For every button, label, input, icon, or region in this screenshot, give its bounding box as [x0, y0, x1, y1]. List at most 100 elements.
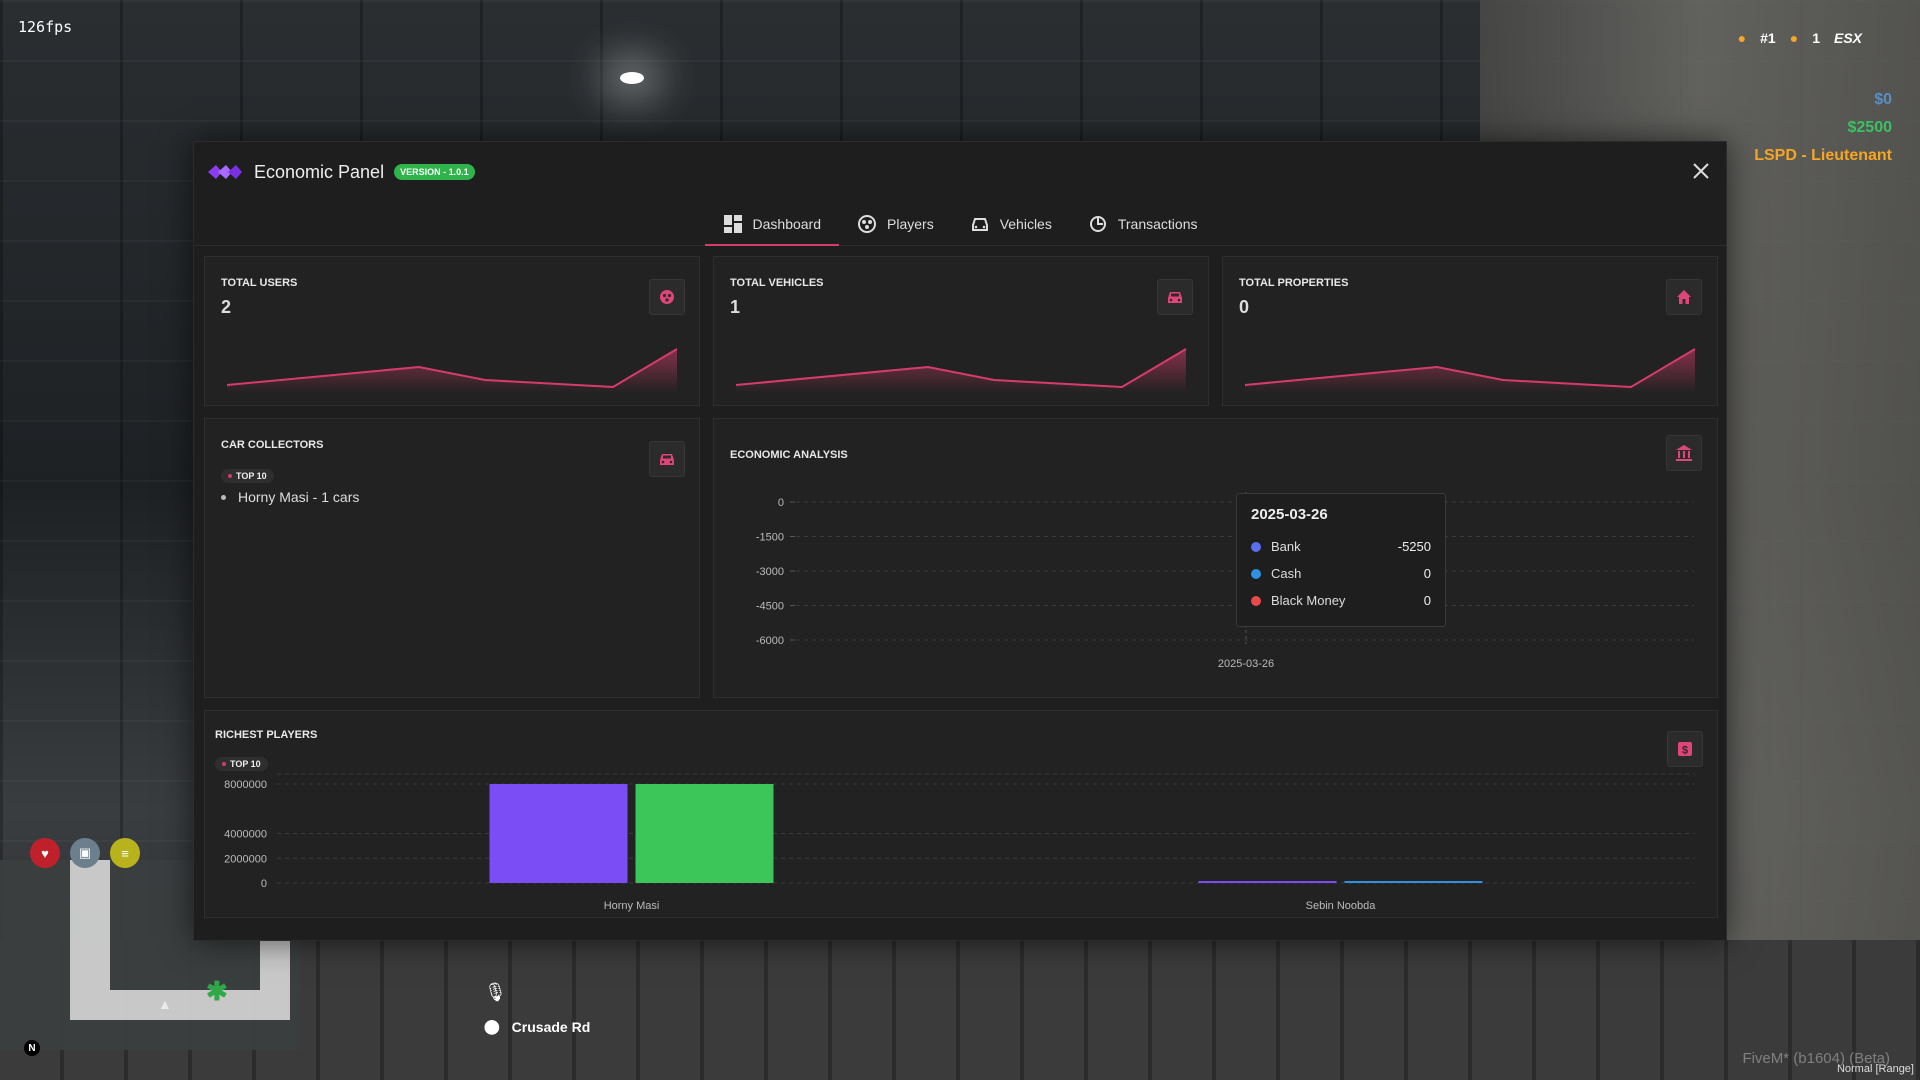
transactions-icon: [1089, 215, 1106, 232]
economic-analysis-chart: 0 -1500 -3000 -4500 -6000 2025-03-26: [756, 492, 1694, 670]
house-icon: [1666, 279, 1702, 315]
close-button[interactable]: [1690, 160, 1712, 182]
tab-label: Transactions: [1117, 215, 1198, 232]
tooltip-value: -5250: [1397, 539, 1431, 554]
richest-players-chart: 0 2000000 4000000 8000000 Horny Masi Sebin No…: [224, 773, 1695, 912]
voice-range: Normal [Range]: [1836, 1063, 1914, 1075]
tooltip-label: Cash: [1271, 566, 1302, 581]
panel-title: Economic Panel: [254, 161, 385, 182]
stat-value: 0: [1239, 297, 1250, 317]
sparkline-properties: [1244, 348, 1696, 393]
player-icon: ●: [1737, 30, 1747, 46]
hospital-blip-icon: ✱: [206, 976, 228, 1006]
x-tick-label: 2025-03-26: [1218, 658, 1274, 670]
tab-label: Players: [887, 215, 934, 232]
fps-counter: 126fps: [18, 18, 73, 36]
x-tick-label: Sebin Noobda: [1306, 900, 1377, 912]
tab-transactions[interactable]: Transactions: [1070, 202, 1216, 245]
microphone-icon: 🎙︎: [484, 982, 507, 1002]
car-collectors-title: CAR COLLECTORS: [221, 439, 324, 451]
players-icon: [858, 214, 877, 233]
close-icon: [1693, 163, 1709, 179]
tab-vehicles[interactable]: Vehicles: [952, 202, 1070, 245]
tab-dashboard[interactable]: Dashboard: [704, 202, 840, 246]
economic-panel: Economic Panel VERSION - 1.0.1 Dashboard…: [193, 141, 1727, 941]
users-icon: [649, 279, 685, 315]
bar: [1198, 881, 1337, 883]
bar: [635, 784, 774, 883]
badge-label: TOP 10: [236, 471, 267, 481]
y-tick-label: -4500: [756, 601, 784, 613]
car-icon: [1157, 279, 1193, 315]
y-tick-label: -3000: [756, 566, 784, 578]
tooltip-label: Bank: [1271, 539, 1301, 554]
y-tick-label: 8000000: [224, 779, 267, 791]
y-tick-label: -1500: [756, 532, 784, 544]
top10-badge: TOP 10: [221, 465, 274, 483]
car-collectors-list: Horny Masi - 1 cars: [221, 489, 359, 505]
tab-players[interactable]: Players: [839, 202, 952, 245]
stat-card-properties: TOTAL PROPERTIES 0: [1222, 256, 1718, 406]
rank-text: #1: [1760, 30, 1776, 46]
stat-card-users: TOTAL USERS 2: [204, 256, 700, 406]
richest-players-card: RICHEST PLAYERS TOP 10 $ 0 2000000 4000000…: [204, 710, 1718, 918]
tooltip-label: Black Money: [1271, 593, 1346, 608]
tooltip-value: 0: [1423, 593, 1431, 608]
legend-dot: [1251, 595, 1261, 606]
tooltip-row-bank: Bank -5250: [1251, 533, 1431, 560]
online-icon: ●: [1789, 30, 1799, 46]
stat-card-vehicles: TOTAL VEHICLES 1: [713, 256, 1209, 406]
stat-title: TOTAL USERS: [221, 277, 298, 289]
y-tick-label: 0: [778, 497, 784, 509]
x-tick-label: Horny Masi: [604, 900, 660, 912]
tab-label: Dashboard: [752, 215, 822, 232]
hud-job: LSPD - Lieutenant: [1754, 147, 1892, 164]
tooltip-row-black-money: Black Money 0: [1251, 587, 1431, 614]
hud-top-bar: ● #1 ● 1 ESX: [1738, 30, 1862, 46]
tab-label: Vehicles: [999, 215, 1052, 232]
street-name: Crusade Rd: [511, 1018, 591, 1035]
compass-north: N: [24, 1040, 40, 1056]
framework-logo: ESX: [1833, 30, 1862, 46]
sparkline-users: [226, 348, 678, 393]
y-tick-label: -6000: [756, 635, 784, 647]
street-light: [620, 72, 644, 84]
car-collectors-card: CAR COLLECTORS TOP 10 Horny Masi - 1 car…: [204, 418, 700, 698]
legend-dot: [1251, 541, 1261, 552]
players-online-text: 1: [1812, 30, 1820, 46]
stat-title: TOTAL VEHICLES: [730, 277, 824, 289]
location-pin-icon: ⬤: [484, 1018, 500, 1034]
panel-logo-icon: [206, 163, 244, 181]
panel-header: Economic Panel VERSION - 1.0.1: [194, 142, 1726, 202]
bar: [1344, 881, 1483, 883]
stat-value: 2: [221, 297, 232, 317]
stat-value: 1: [730, 297, 741, 317]
y-tick-label: 4000000: [224, 829, 267, 841]
dashboard-icon: [723, 214, 742, 233]
car-icon: [971, 217, 988, 231]
status-icons: ♥ ▣ ≡: [30, 838, 140, 868]
tab-bar: Dashboard Players Vehicles Transactions: [194, 202, 1726, 246]
stat-title: TOTAL PROPERTIES: [1239, 277, 1349, 289]
hunger-icon: ≡: [110, 838, 140, 868]
health-icon: ♥: [30, 838, 60, 868]
hud-bank: $0: [1874, 91, 1892, 108]
hud-cash: $2500: [1847, 119, 1893, 136]
chart-tooltip: 2025-03-26 Bank -5250 Cash 0 Black Money…: [1236, 493, 1446, 627]
version-badge: VERSION - 1.0.1: [394, 164, 475, 180]
armor-icon: ▣: [70, 838, 100, 868]
sparkline-vehicles: [735, 348, 1187, 393]
economic-analysis-card: ECONOMIC ANALYSIS 0 -1500 -3000 -4500 -6000 2…: [713, 418, 1718, 698]
tooltip-value: 0: [1423, 566, 1431, 581]
car-icon: [649, 441, 685, 477]
y-tick-label: 0: [261, 878, 267, 890]
tooltip-date: 2025-03-26: [1251, 506, 1328, 523]
tooltip-row-cash: Cash 0: [1251, 560, 1431, 587]
bar: [489, 784, 628, 883]
list-item: Horny Masi - 1 cars: [221, 489, 359, 505]
legend-dot: [1251, 568, 1261, 579]
street-location: ⬤ Crusade Rd: [484, 1018, 590, 1035]
hud-money: $0 $2500 LSPD - Lieutenant: [1754, 86, 1892, 170]
player-arrow-icon: ▲: [158, 996, 172, 1012]
y-tick-label: 2000000: [224, 853, 267, 865]
